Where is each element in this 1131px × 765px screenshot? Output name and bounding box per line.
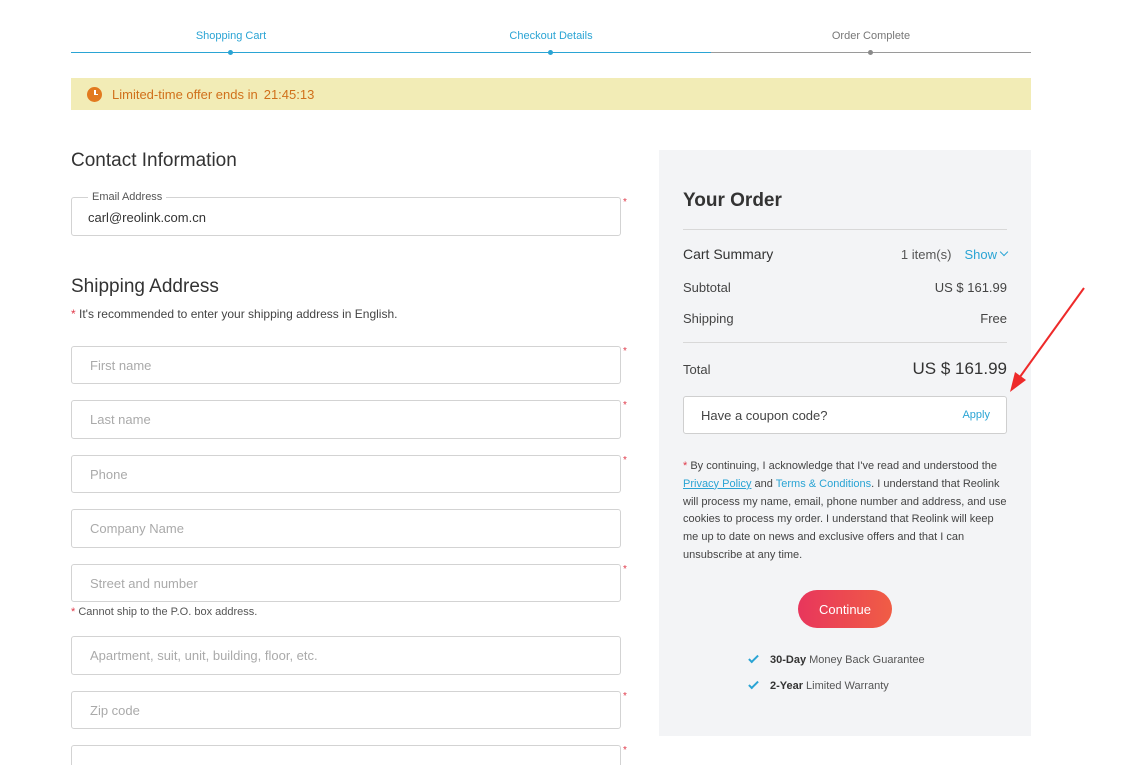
order-title: Your Order <box>683 190 782 211</box>
first-name-field[interactable] <box>71 346 621 384</box>
consent-text: * By continuing, I acknowledge that I've… <box>683 458 1009 565</box>
total-label: Total <box>683 361 711 377</box>
privacy-policy-link[interactable]: Privacy Policy <box>683 478 751 490</box>
required-mark: * <box>623 197 627 208</box>
chevron-down-icon <box>999 247 1009 257</box>
phone-field[interactable] <box>71 455 621 493</box>
company-input[interactable] <box>72 510 620 547</box>
step-dot <box>548 50 553 55</box>
street-field[interactable] <box>71 564 621 602</box>
subtotal-value: US $ 161.99 <box>934 279 1007 295</box>
contact-section-title: Contact Information <box>71 150 237 171</box>
cart-summary-row: Cart Summary 1 item(s) Show <box>683 244 1009 264</box>
step-dot <box>868 50 873 55</box>
money-back-guarantee: 30-Day Money Back Guarantee <box>748 652 925 666</box>
show-items-toggle[interactable]: Show <box>964 246 1009 262</box>
email-value[interactable]: carl@reolink.com.cn <box>88 210 206 225</box>
guarantee-text: Limited Warranty <box>806 680 889 692</box>
offer-timer: 21:45:13 <box>263 86 315 102</box>
required-mark: * <box>71 606 76 618</box>
po-box-note: * Cannot ship to the P.O. box address. <box>71 606 257 618</box>
checkout-stepper: Shopping Cart Checkout Details Order Com… <box>71 28 1031 58</box>
apartment-input[interactable] <box>72 637 620 674</box>
shipping-note-text: It's recommended to enter your shipping … <box>79 307 398 321</box>
annotation-arrow-icon <box>1010 287 1085 392</box>
step-shopping-cart[interactable]: Shopping Cart <box>71 28 391 55</box>
required-mark: * <box>683 460 688 472</box>
city-input[interactable] <box>72 746 620 765</box>
last-name-field[interactable] <box>71 400 621 439</box>
offer-text: Limited-time offer ends in <box>112 86 258 102</box>
required-mark: * <box>623 564 627 575</box>
consent-part1: By continuing, I acknowledge that I've r… <box>690 460 997 472</box>
cart-summary-meta: 1 item(s) Show <box>900 246 1009 262</box>
po-box-note-text: Cannot ship to the P.O. box address. <box>78 606 258 618</box>
email-field[interactable]: Email Address carl@reolink.com.cn <box>71 191 621 236</box>
offer-banner: Limited-time offer ends in 21:45:13 <box>71 78 1031 110</box>
guarantee-bold: 30-Day <box>770 654 807 666</box>
city-field[interactable] <box>71 745 621 765</box>
phone-input[interactable] <box>72 456 620 492</box>
step-checkout-details: Checkout Details <box>391 28 711 55</box>
shipping-row: Shipping Free <box>683 309 1007 327</box>
coupon-field[interactable]: Have a coupon code? Apply <box>683 396 1007 434</box>
subtotal-row: Subtotal US $ 161.99 <box>683 278 1007 296</box>
shipping-section-title: Shipping Address <box>71 276 219 297</box>
coupon-input[interactable]: Have a coupon code? <box>701 408 827 423</box>
stepper-track-progress <box>71 52 711 53</box>
zip-input[interactable] <box>72 692 620 728</box>
required-mark: * <box>71 307 76 321</box>
check-icon <box>748 678 759 690</box>
divider <box>683 342 1007 343</box>
apartment-field[interactable] <box>71 636 621 675</box>
terms-conditions-link[interactable]: Terms & Conditions <box>776 478 871 490</box>
street-input[interactable] <box>72 565 620 601</box>
shipping-note: * It's recommended to enter your shippin… <box>71 307 397 321</box>
divider <box>683 229 1007 230</box>
required-mark: * <box>623 400 627 411</box>
last-name-input[interactable] <box>72 401 620 438</box>
subtotal-label: Subtotal <box>683 279 731 295</box>
total-value: US $ 161.99 <box>912 359 1007 378</box>
item-count: 1 item(s) <box>900 246 952 262</box>
zip-field[interactable] <box>71 691 621 729</box>
consent-part2: . I understand that Reolink will process… <box>683 477 1007 561</box>
step-dot <box>228 50 233 55</box>
warranty-guarantee: 2-Year Limited Warranty <box>748 678 889 692</box>
guarantee-text: Money Back Guarantee <box>809 654 925 666</box>
step-label: Order Complete <box>831 30 911 42</box>
required-mark: * <box>623 691 627 702</box>
step-label: Shopping Cart <box>195 30 267 42</box>
check-icon <box>748 652 759 664</box>
required-mark: * <box>623 455 627 466</box>
email-label: Email Address <box>88 191 167 203</box>
total-row: Total US $ 161.99 <box>683 358 1007 380</box>
continue-button[interactable]: Continue <box>798 590 892 628</box>
step-order-complete: Order Complete <box>711 28 1031 55</box>
order-summary-panel: Your Order Cart Summary 1 item(s) Show S… <box>659 150 1031 736</box>
required-mark: * <box>623 346 627 357</box>
company-field[interactable] <box>71 509 621 548</box>
guarantee-bold: 2-Year <box>770 680 804 692</box>
show-label: Show <box>964 246 997 262</box>
consent-and: and <box>754 477 773 490</box>
step-label: Checkout Details <box>509 30 593 42</box>
required-mark: * <box>623 745 627 756</box>
first-name-input[interactable] <box>72 347 620 383</box>
clock-icon <box>87 86 102 102</box>
cart-summary-label: Cart Summary <box>683 246 774 262</box>
shipping-label: Shipping <box>683 310 734 326</box>
apply-coupon-button[interactable]: Apply <box>962 409 990 421</box>
